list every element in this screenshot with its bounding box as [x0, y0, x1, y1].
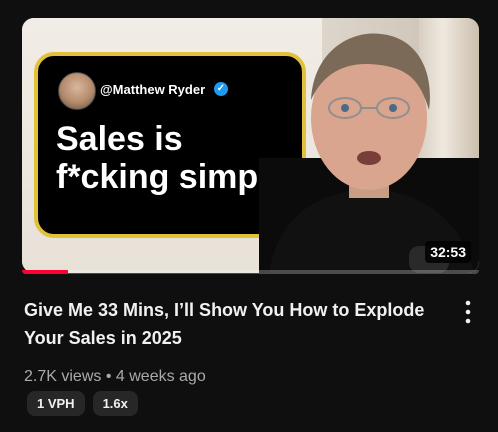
video-card[interactable]: @Matthew Ryder ✓ Sales is f*cking simple… [0, 0, 498, 432]
thumbnail-person [259, 33, 479, 273]
stat-badges: 1 VPH 1.6x [27, 391, 138, 416]
video-title[interactable]: Give Me 33 Mins, I’ll Show You How to Ex… [24, 296, 434, 352]
multiplier-badge: 1.6x [92, 391, 138, 416]
upload-age: 4 weeks ago [115, 368, 206, 385]
duration-badge: 32:53 [425, 241, 471, 263]
video-thumbnail[interactable]: @Matthew Ryder ✓ Sales is f*cking simple… [22, 18, 479, 273]
view-count: 2.7K views [24, 368, 102, 385]
meta-separator: • [105, 368, 112, 385]
watch-progress-bar [22, 270, 479, 274]
video-metadata: 2.7K views • 4 weeks ago [24, 368, 206, 386]
more-vert-icon[interactable] [458, 298, 478, 326]
quote-handle: @Matthew Ryder [100, 82, 206, 97]
quote-avatar [58, 72, 96, 110]
verified-check-icon: ✓ [214, 82, 228, 96]
watch-progress-fill [22, 270, 68, 274]
vph-badge: 1 VPH [27, 391, 85, 416]
